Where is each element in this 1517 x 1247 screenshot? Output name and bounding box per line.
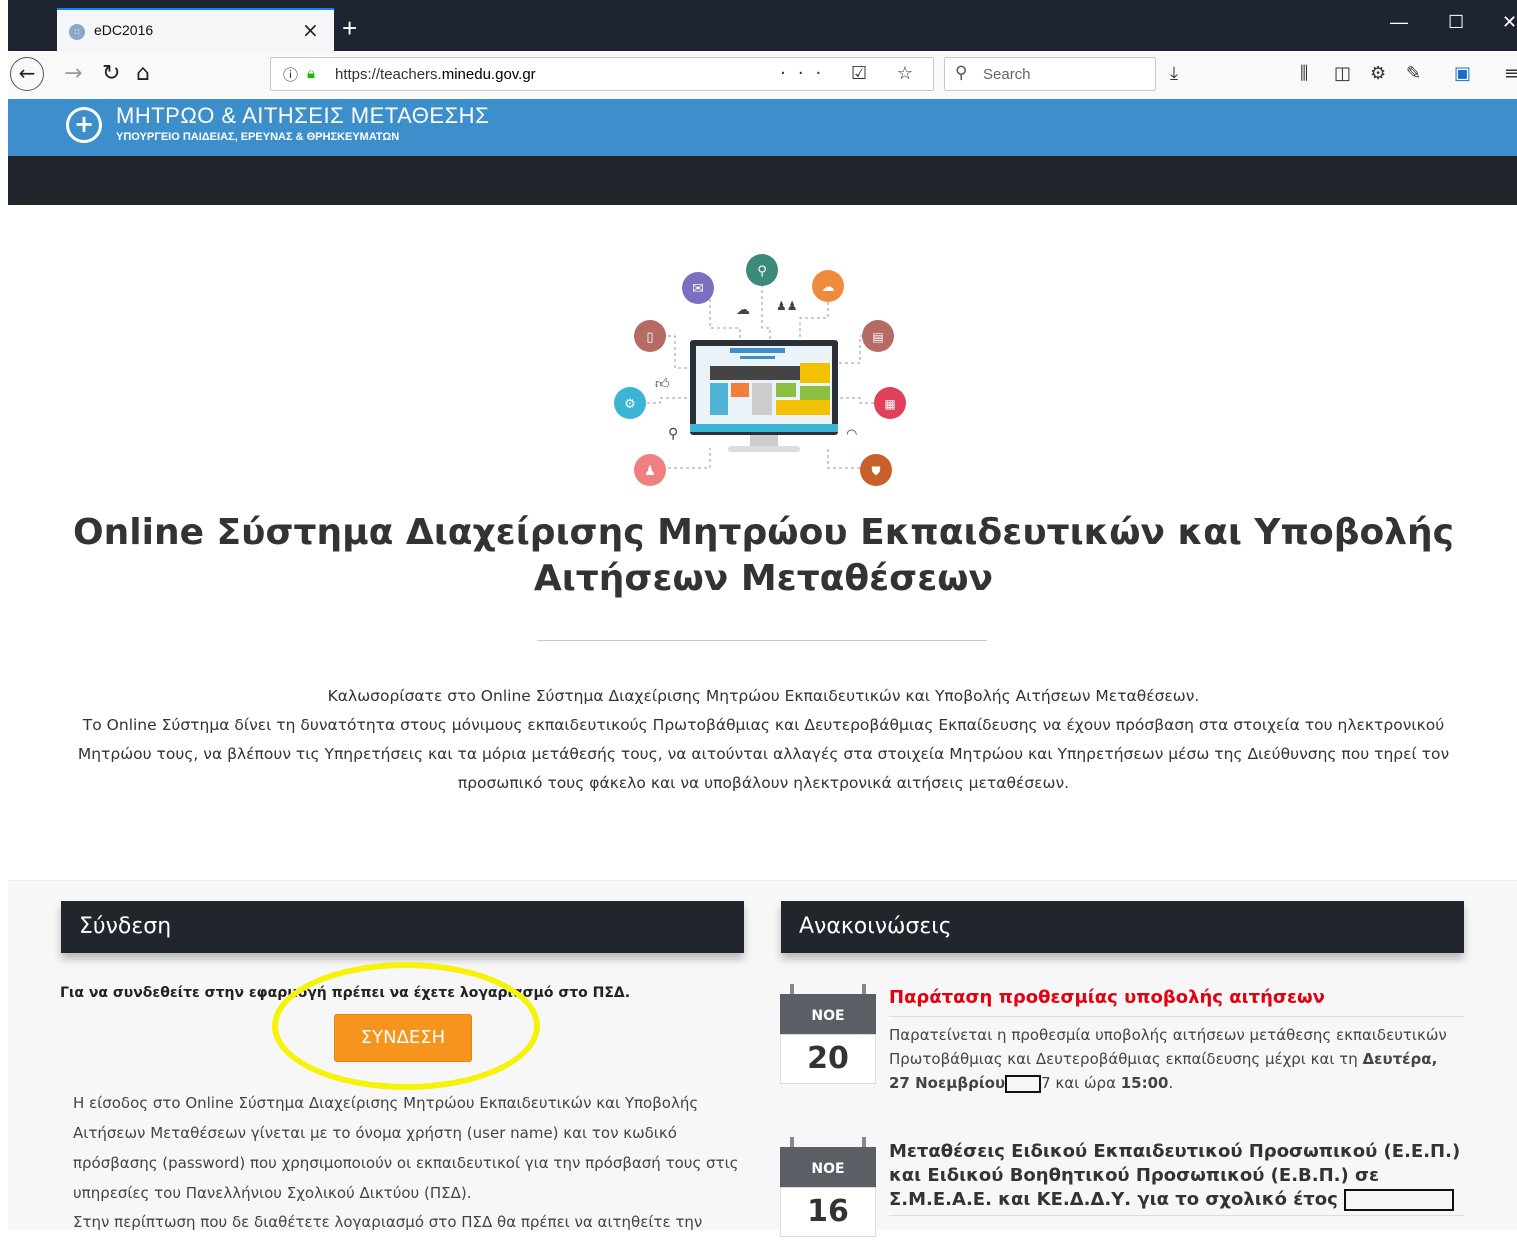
login-button[interactable]: ΣΥΝΔΕΣΗ [334, 1014, 472, 1062]
svg-text:◠: ◠ [846, 427, 857, 442]
date-day: 16 [780, 1187, 876, 1237]
announcement-body: Παρατείνεται η προθεσμία υποβολής αιτήσε… [889, 1026, 1447, 1093]
svg-text:⛊: ⛊ [871, 464, 880, 478]
download-icon[interactable]: ⤓ [1170, 63, 1178, 84]
intro-description: Το Online Σύστημα δίνει τη δυνατότητα στ… [77, 716, 1450, 792]
svg-text:⚲: ⚲ [668, 426, 678, 442]
announcement-date: ΝΟΕ 16 [780, 1137, 876, 1247]
info-icon[interactable]: ⓘ [283, 64, 298, 85]
extension-icon[interactable]: ✎ [1406, 63, 1421, 84]
url-bar[interactable]: ⓘ 🔒︎ https://teachers.minedu.gov.gr ··· … [270, 57, 934, 91]
svg-text:✉: ✉ [692, 281, 704, 297]
date-month: ΝΟΕ [780, 994, 876, 1034]
window-edge [0, 0, 8, 1229]
navigation-bar [8, 156, 1517, 205]
forward-button[interactable]: → [64, 61, 82, 87]
menu-icon[interactable]: ≡ [1504, 63, 1517, 84]
login-description: Η είσοδος στο Online Σύστημα Διαχείρισης… [73, 1094, 739, 1202]
intro-text: Καλωσορίσατε στο Online Σύστημα Διαχείρι… [60, 682, 1467, 798]
maximize-button[interactable]: ☐ [1448, 12, 1464, 33]
redaction-box [1005, 1074, 1042, 1093]
redaction-box [1344, 1189, 1455, 1211]
home-button[interactable]: ⌂ [136, 61, 150, 87]
svg-text:☁: ☁ [822, 280, 835, 295]
page-title: Online Σύστημα Διαχείρισης Μητρώου Εκπαι… [73, 512, 1454, 599]
tab-close-icon[interactable]: × [302, 18, 319, 42]
title-divider [537, 640, 987, 641]
intro-welcome: Καλωσορίσατε στο Online Σύστημα Διαχείρι… [327, 687, 1200, 705]
announcement-divider [889, 1016, 1464, 1017]
svg-text:▦: ▦ [884, 397, 895, 411]
reload-button[interactable]: ↻ [102, 61, 120, 87]
url-text: https://teachers.minedu.gov.gr [335, 66, 536, 83]
extension-gear-icon[interactable]: ⚙ [1370, 63, 1386, 84]
greek-emblem-icon: + [66, 107, 102, 143]
site-favicon-icon: :: [69, 24, 85, 40]
svg-text:♟: ♟ [644, 464, 656, 479]
site-header: + ΜΗΤΡΩΟ & ΑΙΤΗΣΕΙΣ ΜΕΤΑΘΕΣΗΣ ΥΠΟΥΡΓΕΙΟ … [8, 99, 1517, 156]
library-icon[interactable]: ⫼ [1300, 63, 1308, 84]
announcement-title[interactable]: Μεταθέσεις Ειδικού Εκπαιδευτικού Προσωπι… [889, 1140, 1464, 1212]
svg-text:👍︎: 👍︎ [655, 376, 670, 392]
sidebar-icon[interactable]: ◫ [1334, 63, 1351, 84]
login-panel-heading: Σύνδεση [61, 901, 744, 953]
svg-text:⚲: ⚲ [757, 264, 767, 279]
site-title[interactable]: ΜΗΤΡΩΟ & ΑΙΤΗΣΕΙΣ ΜΕΤΑΘΕΣΗΣ [116, 103, 489, 129]
date-month: ΝΟΕ [780, 1147, 876, 1187]
site-subtitle: ΥΠΟΥΡΓΕΙΟ ΠΑΙΔΕΙΑΣ, ΕΡΕΥΝΑΣ & ΘΡΗΣΚΕΥΜΑΤ… [116, 131, 400, 143]
login-description-continued: Στην περίπτωση που δε διαθέτετε λογαριασ… [73, 1213, 703, 1231]
lock-icon: 🔒︎ [307, 64, 315, 82]
page-actions-icon[interactable]: ··· ☑ ☆ [780, 63, 925, 84]
login-note: Για να συνδεθείτε στην εφαρμογή πρέπει ν… [60, 985, 631, 1001]
announcement-date: ΝΟΕ 20 [780, 984, 876, 1094]
search-bar[interactable]: ⚲ Search [944, 57, 1156, 91]
svg-text:▯: ▯ [646, 330, 653, 345]
close-window-button[interactable]: ✕ [1502, 12, 1517, 33]
announcement-title[interactable]: Παράταση προθεσμίας υποβολής αιτήσεων [889, 986, 1325, 1010]
svg-text:⚙: ⚙ [624, 397, 636, 412]
announcements-heading: Ανακοινώσεις [781, 901, 1464, 953]
search-placeholder: Search [983, 66, 1031, 83]
svg-text:☁: ☁ [736, 302, 750, 318]
browser-navbar: ← → ↻ ⌂ ⓘ 🔒︎ https://teachers.minedu.gov… [8, 51, 1517, 100]
svg-text:▤: ▤ [872, 330, 883, 344]
svg-text:♟♟: ♟♟ [776, 299, 798, 313]
announcement-divider [889, 1215, 1464, 1216]
minimize-button[interactable]: — [1390, 12, 1408, 33]
back-button[interactable]: ← [10, 57, 44, 91]
tab-title: eDC2016 [94, 22, 154, 38]
search-icon: ⚲ [955, 63, 968, 83]
system-illustration: ✉ ⚲ ☁ ▯ ▤ ⚙ ▦ ♟ ⛊ ☁ ♟♟ 👍︎ ⚲ ◠ [614, 254, 906, 486]
date-day: 20 [780, 1034, 876, 1084]
new-tab-button[interactable]: + [342, 8, 357, 48]
extension-s-icon[interactable]: ▣ [1454, 63, 1471, 84]
